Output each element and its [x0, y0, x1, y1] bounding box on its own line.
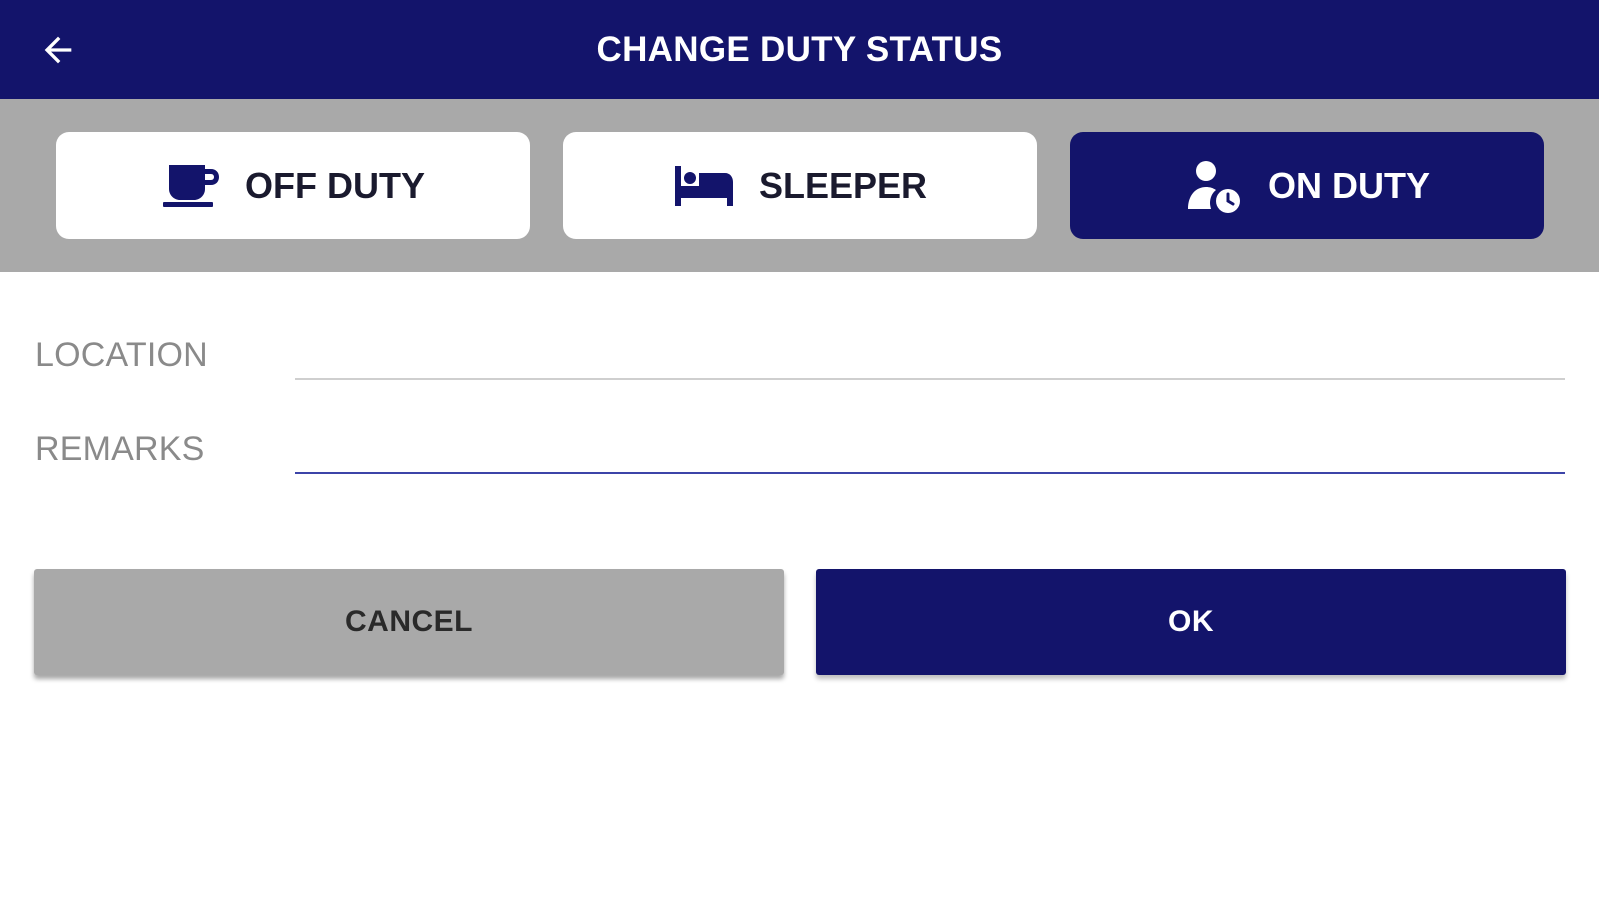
location-row: LOCATION: [35, 318, 1565, 388]
cancel-button[interactable]: CANCEL: [34, 569, 784, 675]
duty-status-selector: OFF DUTY SLEEPER ON DUTY: [0, 99, 1599, 272]
on-duty-button[interactable]: ON DUTY: [1070, 132, 1544, 239]
sleeper-button[interactable]: SLEEPER: [563, 132, 1037, 239]
ok-button[interactable]: OK: [816, 569, 1566, 675]
coffee-cup-icon: [161, 163, 221, 209]
remarks-label: REMARKS: [35, 430, 205, 468]
on-duty-label: ON DUTY: [1268, 164, 1430, 206]
page-title: CHANGE DUTY STATUS: [596, 30, 1003, 69]
off-duty-button[interactable]: OFF DUTY: [56, 132, 530, 239]
remarks-row: REMARKS: [35, 412, 1565, 482]
location-input[interactable]: [295, 326, 1565, 380]
sleeper-label: SLEEPER: [758, 164, 928, 206]
off-duty-label: OFF DUTY: [245, 164, 425, 206]
remarks-input[interactable]: [295, 420, 1565, 474]
person-clock-icon: [1184, 159, 1244, 213]
app-bar: CHANGE DUTY STATUS: [0, 0, 1599, 99]
bed-icon: [673, 164, 735, 208]
location-label: LOCATION: [35, 336, 208, 374]
